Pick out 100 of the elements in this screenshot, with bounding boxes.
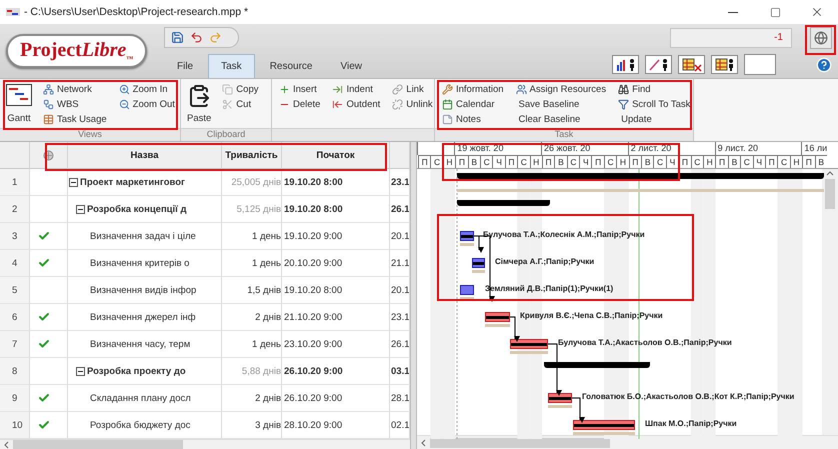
ribbon-button[interactable]: Cut bbox=[221, 97, 260, 111]
row-number: 6 bbox=[0, 304, 30, 331]
ribbon-button[interactable]: Gantt bbox=[6, 82, 32, 124]
toolbar-button[interactable] bbox=[678, 55, 705, 74]
day-label: С bbox=[566, 155, 580, 168]
row-number: 7 bbox=[0, 331, 30, 358]
task-name: Визначення часу, терм bbox=[90, 338, 190, 350]
window-title: - C:\Users\User\Desktop\Project-research.mpp * bbox=[24, 6, 250, 18]
baseline-bar bbox=[460, 297, 474, 300]
ribbon-button[interactable]: Delete bbox=[278, 97, 322, 111]
table-person-icon bbox=[714, 57, 736, 72]
zoom-out-icon bbox=[118, 98, 130, 110]
task-bar[interactable] bbox=[573, 420, 635, 430]
task-name: Проект маркетинговог bbox=[80, 176, 186, 188]
ribbon-button[interactable]: Scroll To Task bbox=[617, 97, 692, 111]
column-header[interactable]: Тривалість bbox=[222, 142, 282, 169]
funnel-icon bbox=[618, 98, 630, 110]
ribbon-tab[interactable]: File bbox=[164, 54, 206, 78]
baseline-bar bbox=[485, 324, 510, 327]
help-icon[interactable] bbox=[816, 56, 832, 72]
ribbon-button[interactable]: Link bbox=[391, 82, 434, 96]
horizontal-scrollbar[interactable] bbox=[0, 439, 410, 449]
task-bar[interactable] bbox=[472, 258, 485, 268]
ribbon-button[interactable]: Outdent bbox=[331, 97, 382, 111]
ribbon-button[interactable]: Clear Baseline bbox=[514, 112, 608, 126]
day-label: Ч bbox=[492, 155, 505, 168]
ribbon-button[interactable]: Assign Resources bbox=[514, 82, 608, 96]
table-delete-icon bbox=[680, 57, 702, 72]
row-number: 9 bbox=[0, 385, 30, 412]
globe-icon bbox=[814, 30, 828, 44]
scroll-thumb[interactable] bbox=[825, 179, 836, 209]
ribbon-button[interactable]: Zoom In bbox=[118, 82, 176, 96]
ribbon-tab[interactable]: View bbox=[328, 54, 375, 78]
ribbon-button[interactable]: Notes bbox=[441, 112, 505, 126]
ribbon-button[interactable]: Insert bbox=[278, 82, 322, 96]
ribbon-button[interactable]: Update bbox=[617, 112, 692, 126]
scroll-left-icon[interactable] bbox=[421, 438, 426, 446]
row-number: 5 bbox=[0, 277, 30, 304]
day-label: Ч bbox=[752, 155, 765, 168]
day-label: Ч bbox=[579, 155, 592, 168]
duration-cell: 2 днів bbox=[222, 385, 282, 412]
input-field[interactable]: -1 bbox=[670, 28, 792, 48]
network-icon bbox=[43, 84, 54, 94]
color-swatch[interactable] bbox=[744, 54, 776, 75]
toolbar-button[interactable] bbox=[612, 55, 639, 74]
column-header[interactable]: Початок bbox=[282, 142, 390, 169]
check-icon bbox=[38, 257, 50, 269]
toolbar-button[interactable] bbox=[711, 55, 738, 74]
collapse-icon[interactable] bbox=[76, 366, 85, 376]
vertical-scrollbar[interactable] bbox=[822, 169, 838, 435]
task-bar[interactable] bbox=[510, 339, 548, 349]
ribbon-button[interactable]: Task Usage bbox=[42, 112, 108, 126]
task-name: Визначення джерел інф bbox=[90, 312, 196, 322]
day-label: П bbox=[542, 155, 554, 168]
week-label: 19 жовт. 20 bbox=[454, 142, 541, 155]
clipboard-icon bbox=[187, 84, 212, 108]
duration-cell: 1 день bbox=[222, 250, 282, 277]
ribbon-button[interactable]: Copy bbox=[221, 82, 260, 96]
ribbon-button[interactable]: Zoom Out bbox=[118, 97, 176, 111]
scroll-left-icon[interactable] bbox=[4, 441, 9, 449]
maximize-icon bbox=[770, 6, 780, 18]
day-label: П bbox=[418, 155, 430, 168]
start-cell: 23.10.20 9:00 bbox=[282, 331, 390, 358]
ribbon-button[interactable]: Paste bbox=[187, 82, 212, 124]
save-icon[interactable] bbox=[171, 31, 184, 44]
ribbon-button[interactable]: Save Baseline bbox=[514, 97, 608, 111]
undo-icon[interactable] bbox=[190, 31, 203, 44]
line-chart-person-icon bbox=[648, 57, 670, 72]
collapse-icon[interactable] bbox=[69, 178, 78, 186]
collapse-icon[interactable] bbox=[76, 204, 85, 214]
bar-chart-person-icon bbox=[614, 57, 636, 72]
ribbon-button[interactable]: Calendar bbox=[441, 97, 505, 111]
indent-icon bbox=[332, 84, 344, 94]
check-icon bbox=[38, 419, 50, 431]
scroll-up-icon[interactable] bbox=[826, 171, 834, 176]
day-label: С bbox=[430, 155, 443, 168]
day-label: Н bbox=[702, 155, 716, 168]
horizontal-scrollbar[interactable] bbox=[417, 435, 838, 449]
ribbon-button[interactable]: Information bbox=[441, 82, 505, 96]
column-header[interactable]: Назва bbox=[68, 142, 222, 169]
toolbar-button[interactable] bbox=[645, 55, 672, 74]
ribbon-button[interactable]: Indent bbox=[331, 82, 382, 96]
check-icon bbox=[38, 392, 50, 404]
ribbon-button[interactable]: Network bbox=[42, 82, 108, 96]
task-bar[interactable] bbox=[460, 231, 474, 241]
task-bar[interactable] bbox=[485, 312, 510, 322]
day-label: С bbox=[604, 155, 616, 168]
ribbon-button[interactable]: Unlink bbox=[391, 97, 434, 111]
ribbon-button[interactable]: Find bbox=[617, 82, 692, 96]
ribbon-tab[interactable]: Resource bbox=[256, 54, 326, 78]
ribbon-button[interactable]: WBS bbox=[42, 97, 108, 111]
ribbon-tab[interactable]: Task bbox=[208, 54, 255, 78]
day-label: Н bbox=[616, 155, 629, 168]
day-label: П bbox=[802, 155, 814, 168]
day-label: Н bbox=[442, 155, 456, 168]
day-label: В bbox=[814, 155, 827, 168]
start-cell: 19.10.20 8:00 bbox=[282, 277, 390, 304]
dependency-arrow bbox=[572, 398, 585, 423]
task-bar[interactable] bbox=[548, 393, 572, 403]
globe-button[interactable] bbox=[810, 26, 832, 48]
